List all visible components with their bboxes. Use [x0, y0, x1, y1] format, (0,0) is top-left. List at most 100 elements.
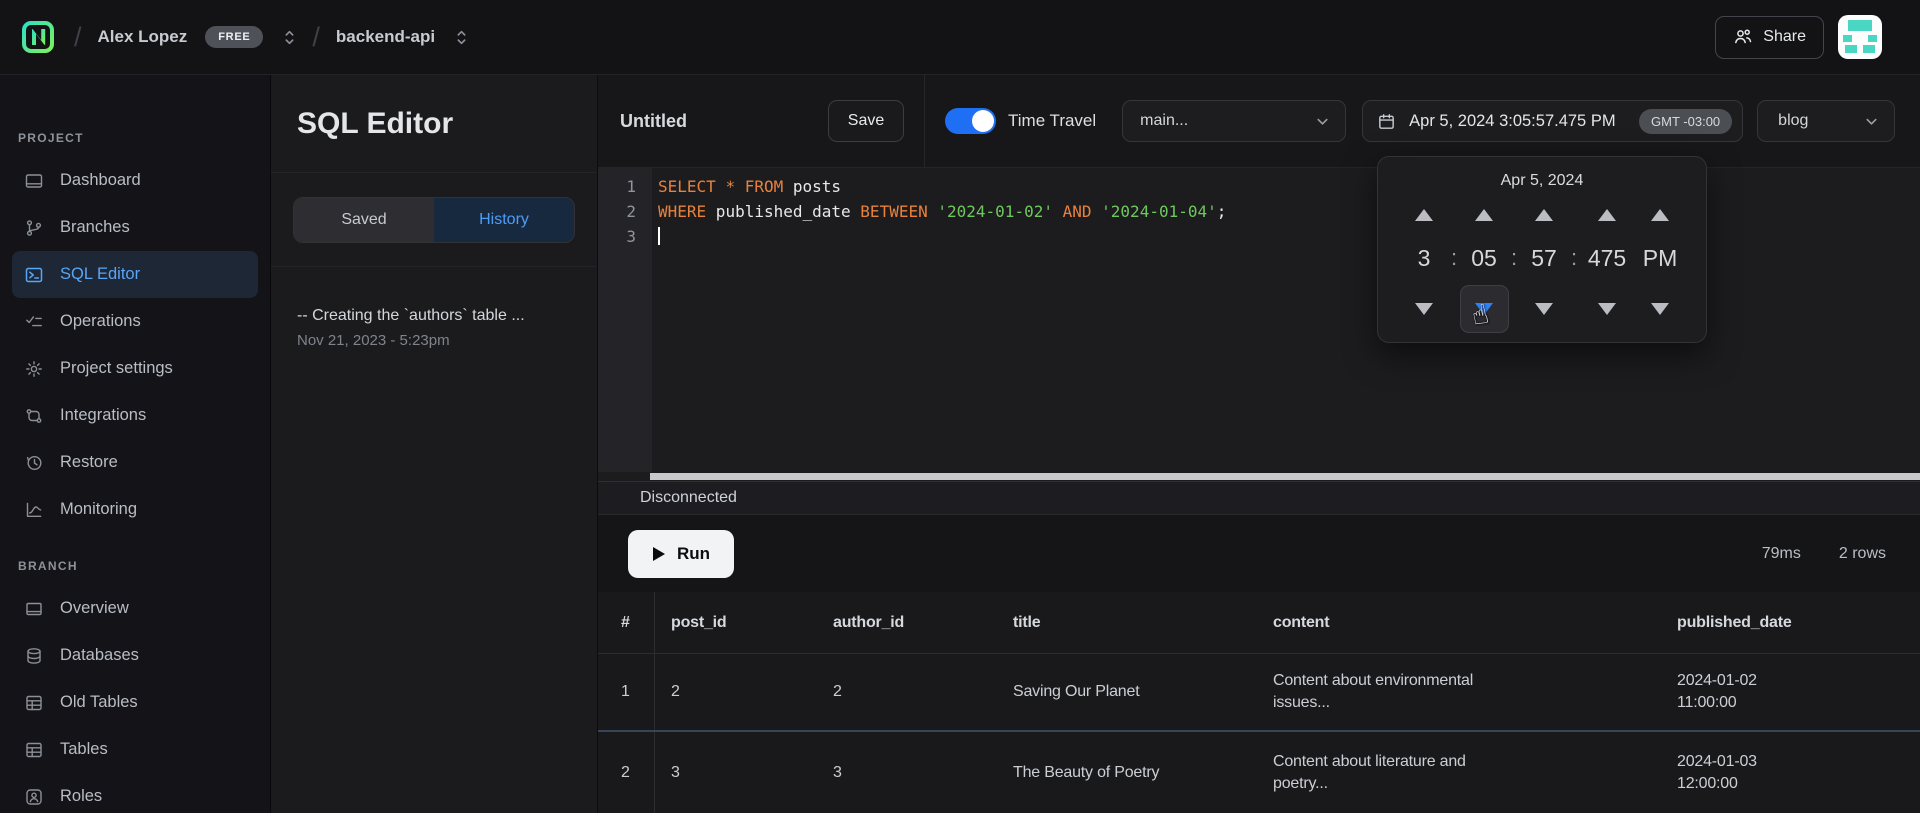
- sidebar-item-label: Restore: [60, 453, 118, 472]
- sidebar-item-branches[interactable]: Branches: [12, 204, 258, 251]
- table-cell: 2: [655, 683, 817, 701]
- minute-up-button[interactable]: [1475, 209, 1493, 221]
- horizontal-scrollbar[interactable]: [598, 472, 1920, 481]
- run-button[interactable]: Run: [628, 530, 734, 578]
- sidebar-item-old-tables[interactable]: Old Tables: [12, 679, 258, 726]
- second-value: 57: [1531, 245, 1557, 272]
- timestamp-picker[interactable]: Apr 5, 2024 3:05:57.475 PM GMT -03:00: [1362, 100, 1743, 142]
- column-header-published_date: published_date: [1661, 614, 1920, 632]
- code-line-3[interactable]: 3: [598, 224, 1920, 249]
- popup-date-title: Apr 5, 2024: [1378, 172, 1706, 190]
- minute-down-button-hover[interactable]: [1460, 285, 1509, 333]
- connection-status: Disconnected: [640, 489, 737, 507]
- millisecond-down-button[interactable]: [1598, 303, 1616, 315]
- table-row[interactable]: 122Saving Our PlanetContent about enviro…: [598, 654, 1920, 732]
- table-cell: Content about literature and poetry...: [1257, 751, 1661, 795]
- sql-code-editor[interactable]: 1SELECT * FROM posts2WHERE published_dat…: [598, 168, 1920, 472]
- table-cell: 2024-01-02 11:00:00: [1661, 670, 1920, 714]
- sidebar-item-label: Old Tables: [60, 693, 138, 712]
- sidebar-item-dashboard[interactable]: Dashboard: [12, 157, 258, 204]
- results-table-header: #post_idauthor_idtitlecontentpublished_d…: [598, 592, 1920, 654]
- user-switcher-chevron-icon[interactable]: [283, 28, 296, 47]
- project-switcher-chevron-icon[interactable]: [455, 28, 468, 47]
- table-row[interactable]: 233The Beauty of PoetryContent about lit…: [598, 732, 1920, 813]
- meridiem-value: PM: [1643, 245, 1678, 272]
- code-line-2[interactable]: 2WHERE published_date BETWEEN '2024-01-0…: [598, 199, 1920, 224]
- sidebar-item-monitoring[interactable]: Monitoring: [12, 486, 258, 533]
- breadcrumb-project[interactable]: backend-api: [336, 27, 435, 47]
- sidebar-item-integrations[interactable]: Integrations: [12, 392, 258, 439]
- text-cursor: [658, 227, 660, 245]
- hour-value: 3: [1418, 245, 1431, 272]
- share-label: Share: [1763, 28, 1806, 46]
- databases-icon: [24, 646, 44, 666]
- top-bar: / Alex Lopez FREE / backend-api: [0, 0, 1920, 75]
- sidebar-item-operations[interactable]: Operations: [12, 298, 258, 345]
- branches-icon: [24, 218, 44, 238]
- tab-history[interactable]: History: [434, 198, 574, 242]
- save-button[interactable]: Save: [828, 100, 904, 142]
- meridiem-down-button[interactable]: [1651, 303, 1669, 315]
- sidebar-section-label-project: PROJECT: [12, 131, 258, 145]
- share-people-icon: [1733, 27, 1753, 47]
- share-button[interactable]: Share: [1715, 16, 1824, 59]
- sidebar-item-roles[interactable]: Roles: [12, 773, 258, 813]
- connection-status-bar: Disconnected: [598, 481, 1920, 515]
- sidebar-item-overview[interactable]: Overview: [12, 585, 258, 632]
- table-icon: [24, 740, 44, 760]
- monitoring-icon: [24, 500, 44, 520]
- minute-down-button[interactable]: [1475, 303, 1493, 315]
- sidebar-item-restore[interactable]: Restore: [12, 439, 258, 486]
- saved-history-tabs: Saved History: [293, 197, 575, 243]
- meridiem-up-button[interactable]: [1651, 209, 1669, 221]
- sidebar-item-label: Databases: [60, 646, 139, 665]
- sidebar-item-databases[interactable]: Databases: [12, 632, 258, 679]
- branch-selector[interactable]: main...: [1122, 100, 1346, 142]
- table-cell: 2: [598, 732, 655, 813]
- millisecond-up-button[interactable]: [1598, 209, 1616, 221]
- sidebar-item-project-settings[interactable]: Project settings: [12, 345, 258, 392]
- calendar-icon: [1377, 112, 1396, 131]
- hour-down-button[interactable]: [1415, 303, 1433, 315]
- breadcrumb-separator: /: [72, 22, 84, 53]
- database-selector[interactable]: blog: [1757, 100, 1895, 142]
- second-up-button[interactable]: [1535, 209, 1553, 221]
- code-line-1[interactable]: 1SELECT * FROM posts: [598, 174, 1920, 199]
- line-number: 1: [598, 174, 652, 199]
- second-down-button[interactable]: [1535, 303, 1553, 315]
- time-picker-popup: Apr 5, 2024 3 : 05 : 57 : 475 PM: [1377, 156, 1707, 343]
- sidebar-item-label: SQL Editor: [60, 265, 140, 284]
- breadcrumb-user[interactable]: Alex Lopez: [98, 27, 188, 47]
- timestamp-value: Apr 5, 2024 3:05:57.475 PM: [1409, 112, 1615, 131]
- table-cell: 2: [817, 683, 997, 701]
- history-list-item[interactable]: -- Creating the `authors` table ...Nov 2…: [297, 307, 571, 349]
- column-header-title: title: [997, 614, 1257, 632]
- results-table: #post_idauthor_idtitlecontentpublished_d…: [598, 592, 1920, 813]
- code-text: WHERE published_date BETWEEN '2024-01-02…: [652, 199, 1226, 224]
- code-text: [652, 224, 660, 249]
- table-cell: 3: [817, 764, 997, 782]
- table-icon: [24, 693, 44, 713]
- settings-icon: [24, 359, 44, 379]
- restore-icon: [24, 453, 44, 473]
- sidebar-item-sql-editor[interactable]: SQL Editor: [12, 251, 258, 298]
- table-cell: Saving Our Planet: [997, 681, 1257, 703]
- tab-saved[interactable]: Saved: [294, 198, 434, 242]
- editor-header: Untitled Save Time Travel main... Apr 5,…: [598, 75, 1920, 168]
- code-text: SELECT * FROM posts: [652, 174, 841, 199]
- hour-up-button[interactable]: [1415, 209, 1433, 221]
- neon-logo[interactable]: [18, 17, 58, 57]
- time-travel-toggle[interactable]: [945, 108, 996, 134]
- time-separator: :: [1571, 245, 1577, 271]
- integrations-icon: [24, 406, 44, 426]
- minute-value: 05: [1471, 245, 1497, 272]
- user-avatar[interactable]: [1838, 15, 1882, 59]
- sidebar-item-label: Monitoring: [60, 500, 137, 519]
- table-cell: 2024-01-03 12:00:00: [1661, 751, 1920, 795]
- sql-editor-icon: [24, 265, 44, 285]
- sidebar-section-label-branch: BRANCH: [12, 559, 258, 573]
- table-cell: 3: [655, 764, 817, 782]
- sidebar-item-tables[interactable]: Tables: [12, 726, 258, 773]
- run-label: Run: [677, 544, 710, 564]
- database-selector-value: blog: [1778, 112, 1808, 130]
